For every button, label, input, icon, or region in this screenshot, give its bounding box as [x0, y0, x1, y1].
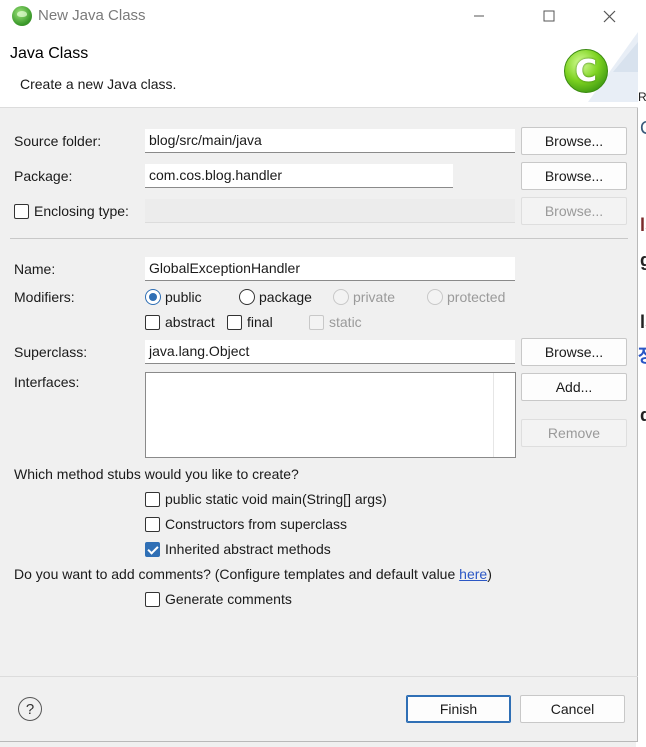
modifier-static-label: static	[329, 314, 362, 330]
package-browse-button[interactable]: Browse...	[521, 162, 627, 190]
source-folder-browse-button[interactable]: Browse...	[521, 127, 627, 155]
cancel-button[interactable]: Cancel	[520, 695, 625, 723]
modifier-package-radio[interactable]	[239, 289, 255, 305]
superclass-browse-button[interactable]: Browse...	[521, 338, 627, 366]
wizard-banner: Java Class Create a new Java class.	[0, 32, 638, 108]
source-folder-input[interactable]: blog/src/main/java	[145, 129, 515, 153]
enclosing-type-input[interactable]	[145, 199, 515, 223]
title-bar: New Java Class	[0, 0, 638, 32]
new-java-class-dialog: New Java Class Java Class Create a new J…	[0, 0, 638, 742]
window-title: New Java Class	[38, 7, 146, 24]
minimize-button[interactable]	[456, 0, 502, 32]
footer-separator	[0, 676, 638, 677]
background-fragment: d	[640, 405, 646, 425]
modifier-abstract-checkbox[interactable]	[145, 315, 160, 330]
wizard-title: Java Class	[10, 45, 89, 62]
close-icon	[603, 10, 615, 22]
interfaces-list-scrollbar[interactable]	[493, 373, 515, 457]
comments-question-suffix: )	[487, 566, 492, 582]
enclosing-type-browse-button[interactable]: Browse...	[521, 197, 627, 225]
maximize-icon	[543, 10, 555, 22]
interfaces-remove-button[interactable]: Remove	[521, 419, 627, 447]
source-folder-label: Source folder:	[14, 133, 102, 149]
modifier-public-label: public	[165, 289, 202, 305]
modifier-package-label: package	[259, 289, 312, 305]
interfaces-label: Interfaces:	[14, 374, 80, 390]
superclass-label: Superclass:	[14, 344, 88, 360]
background-fragment: ls	[640, 312, 646, 332]
stub-main-checkbox[interactable]	[145, 492, 160, 507]
modifier-final-checkbox[interactable]	[227, 315, 242, 330]
stub-main-label: public static void main(String[] args)	[165, 491, 387, 507]
modifier-protected-radio[interactable]	[427, 289, 443, 305]
background-fragment: C	[640, 118, 646, 139]
modifier-static-checkbox[interactable]	[309, 315, 324, 330]
section-separator	[10, 238, 628, 239]
enclosing-type-label: Enclosing type:	[34, 203, 129, 219]
stub-constructors-label: Constructors from superclass	[165, 516, 348, 532]
generate-comments-checkbox[interactable]	[145, 592, 160, 607]
package-label: Package:	[14, 168, 73, 184]
background-fragment: 장	[638, 342, 646, 368]
modifier-final-label: final	[247, 314, 273, 330]
spring-leaf-icon	[12, 6, 32, 26]
interfaces-add-button[interactable]: Add...	[521, 373, 627, 401]
configure-templates-link[interactable]: here	[459, 566, 487, 582]
stub-inherited-abstract-label: Inherited abstract methods	[165, 541, 331, 557]
comments-question-prefix: Do you want to add comments? (Configure …	[14, 566, 460, 582]
name-label: Name:	[14, 261, 56, 277]
comments-question: Do you want to add comments? (Configure …	[14, 566, 492, 582]
package-input[interactable]: com.cos.blog.handler	[145, 164, 453, 188]
modifier-abstract-label: abstract	[165, 314, 215, 330]
finish-button[interactable]: Finish	[406, 695, 511, 723]
background-fragment: g	[640, 250, 646, 270]
modifier-private-label: private	[353, 289, 396, 305]
close-button[interactable]	[586, 0, 632, 32]
modifier-public-radio[interactable]	[145, 289, 161, 305]
modifiers-label: Modifiers:	[14, 289, 75, 305]
modifier-private-radio[interactable]	[333, 289, 349, 305]
stub-constructors-checkbox[interactable]	[145, 517, 160, 532]
method-stubs-question: Which method stubs would you like to cre…	[14, 466, 299, 482]
maximize-button[interactable]	[526, 0, 572, 32]
help-icon[interactable]: ?	[18, 697, 42, 721]
minimize-icon	[474, 15, 484, 17]
interfaces-list[interactable]	[145, 372, 516, 458]
generate-comments-label: Generate comments	[165, 591, 292, 607]
java-class-icon: C	[564, 49, 608, 93]
class-name-input[interactable]: GlobalExceptionHandler	[145, 257, 515, 281]
superclass-input[interactable]: java.lang.Object	[145, 340, 515, 364]
stub-inherited-abstract-checkbox[interactable]	[145, 542, 160, 557]
enclosing-type-checkbox[interactable]	[14, 204, 29, 219]
background-fragment: Re	[638, 90, 646, 104]
wizard-description: Create a new Java class.	[20, 76, 177, 92]
modifier-protected-label: protected	[447, 289, 506, 305]
background-fragment: ls	[640, 215, 646, 235]
